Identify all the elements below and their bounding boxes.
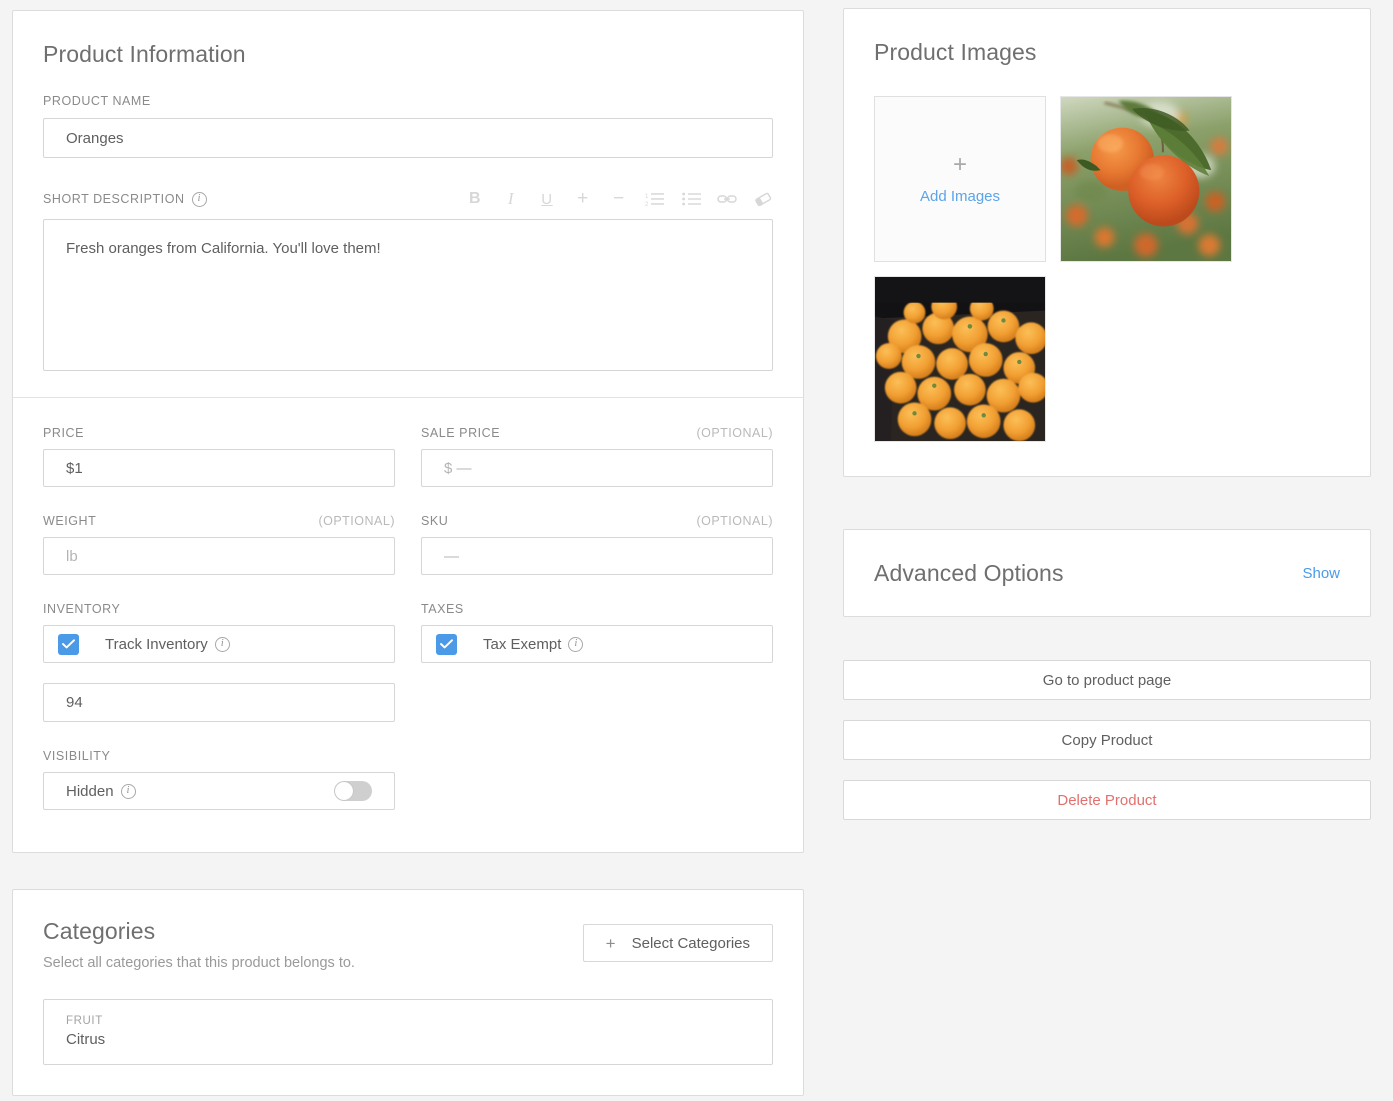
numbered-list-icon[interactable]: 1 2	[645, 189, 665, 209]
short-description-label: SHORT DESCRIPTION i B I U + − 1 2	[43, 189, 773, 209]
short-description-textarea[interactable]: Fresh oranges from California. You'll lo…	[43, 219, 773, 371]
plus-icon: +	[953, 153, 967, 177]
info-icon[interactable]: i	[121, 784, 136, 799]
sale-price-optional-tag: (OPTIONAL)	[696, 426, 773, 440]
visibility-toggle[interactable]	[334, 781, 372, 801]
right-column: Product Images + Add Images	[843, 8, 1371, 820]
inventory-quantity-input[interactable]: 94	[43, 683, 395, 722]
underline-button[interactable]: U	[537, 189, 557, 209]
visibility-field[interactable]: Hidden i	[43, 772, 395, 810]
category-child-label: Citrus	[66, 1031, 750, 1048]
category-parent-label: FRUIT	[66, 1015, 750, 1027]
delete-product-button[interactable]: Delete Product	[843, 780, 1371, 820]
rich-text-toolbar: B I U + − 1 2	[465, 189, 773, 209]
add-images-dropzone[interactable]: + Add Images	[874, 96, 1046, 262]
svg-text:2: 2	[645, 202, 649, 207]
info-icon[interactable]: i	[192, 192, 207, 207]
info-icon[interactable]: i	[568, 637, 583, 652]
product-name-input[interactable]: Oranges	[43, 118, 773, 158]
product-images-card: Product Images + Add Images	[843, 8, 1371, 477]
bullet-list-icon[interactable]	[681, 189, 701, 209]
category-chip-fruit-citrus[interactable]: FRUIT Citrus	[43, 999, 773, 1065]
weight-label: WEIGHT (OPTIONAL)	[43, 514, 395, 528]
select-categories-label: Select Categories	[632, 935, 750, 952]
left-column: Product Information PRODUCT NAME Oranges…	[12, 10, 804, 1096]
track-inventory-field[interactable]: Track Inventory i	[43, 625, 395, 663]
price-input[interactable]: $1	[43, 449, 395, 487]
info-icon[interactable]: i	[215, 637, 230, 652]
product-images-title: Product Images	[874, 39, 1340, 66]
oranges-in-crate-thumbnail[interactable]	[874, 276, 1046, 442]
weight-optional-tag: (OPTIONAL)	[318, 514, 395, 528]
product-images-grid: + Add Images	[874, 96, 1340, 442]
product-actions: Go to product page Copy Product Delete P…	[843, 660, 1371, 820]
select-categories-button[interactable]: + Select Categories	[583, 924, 773, 962]
price-label: PRICE	[43, 426, 395, 440]
weight-input[interactable]: lb	[43, 537, 395, 575]
toggle-knob	[335, 782, 353, 800]
sale-price-input[interactable]: $ —	[421, 449, 773, 487]
increase-indent-button[interactable]: +	[573, 189, 593, 209]
svg-text:1: 1	[645, 194, 649, 200]
tax-exempt-checkbox[interactable]	[436, 634, 457, 655]
clear-formatting-eraser-icon[interactable]	[753, 189, 773, 209]
product-information-title: Product Information	[43, 41, 773, 68]
visibility-toggle-label: Hidden i	[66, 783, 136, 800]
copy-product-button[interactable]: Copy Product	[843, 720, 1371, 760]
decrease-indent-button[interactable]: −	[609, 189, 629, 209]
advanced-options-title: Advanced Options	[874, 560, 1064, 587]
sku-label: SKU (OPTIONAL)	[421, 514, 773, 528]
sale-price-label: SALE PRICE (OPTIONAL)	[421, 426, 773, 440]
track-inventory-label: Track Inventory i	[105, 636, 230, 653]
bold-button[interactable]: B	[465, 189, 485, 209]
link-icon[interactable]	[717, 189, 737, 209]
advanced-options-show-link[interactable]: Show	[1302, 565, 1340, 582]
add-images-label: Add Images	[920, 188, 1000, 205]
sku-optional-tag: (OPTIONAL)	[696, 514, 773, 528]
visibility-label: VISIBILITY	[43, 749, 395, 763]
product-name-label: PRODUCT NAME	[43, 94, 773, 108]
inventory-label: INVENTORY	[43, 602, 395, 616]
categories-card: Categories Select all categories that th…	[12, 889, 804, 1096]
categories-subtitle: Select all categories that this product …	[43, 955, 583, 971]
advanced-options-card: Advanced Options Show	[843, 529, 1371, 617]
product-editor-page: Product Information PRODUCT NAME Oranges…	[0, 0, 1393, 1101]
sku-input[interactable]: —	[421, 537, 773, 575]
oranges-on-tree-thumbnail[interactable]	[1060, 96, 1232, 262]
taxes-label: TAXES	[421, 602, 773, 616]
product-information-card: Product Information PRODUCT NAME Oranges…	[12, 10, 804, 853]
categories-title: Categories	[43, 918, 583, 945]
track-inventory-checkbox[interactable]	[58, 634, 79, 655]
italic-button[interactable]: I	[501, 189, 521, 209]
go-to-product-page-button[interactable]: Go to product page	[843, 660, 1371, 700]
plus-icon: +	[606, 935, 616, 952]
tax-exempt-field[interactable]: Tax Exempt i	[421, 625, 773, 663]
tax-exempt-label: Tax Exempt i	[483, 636, 583, 653]
